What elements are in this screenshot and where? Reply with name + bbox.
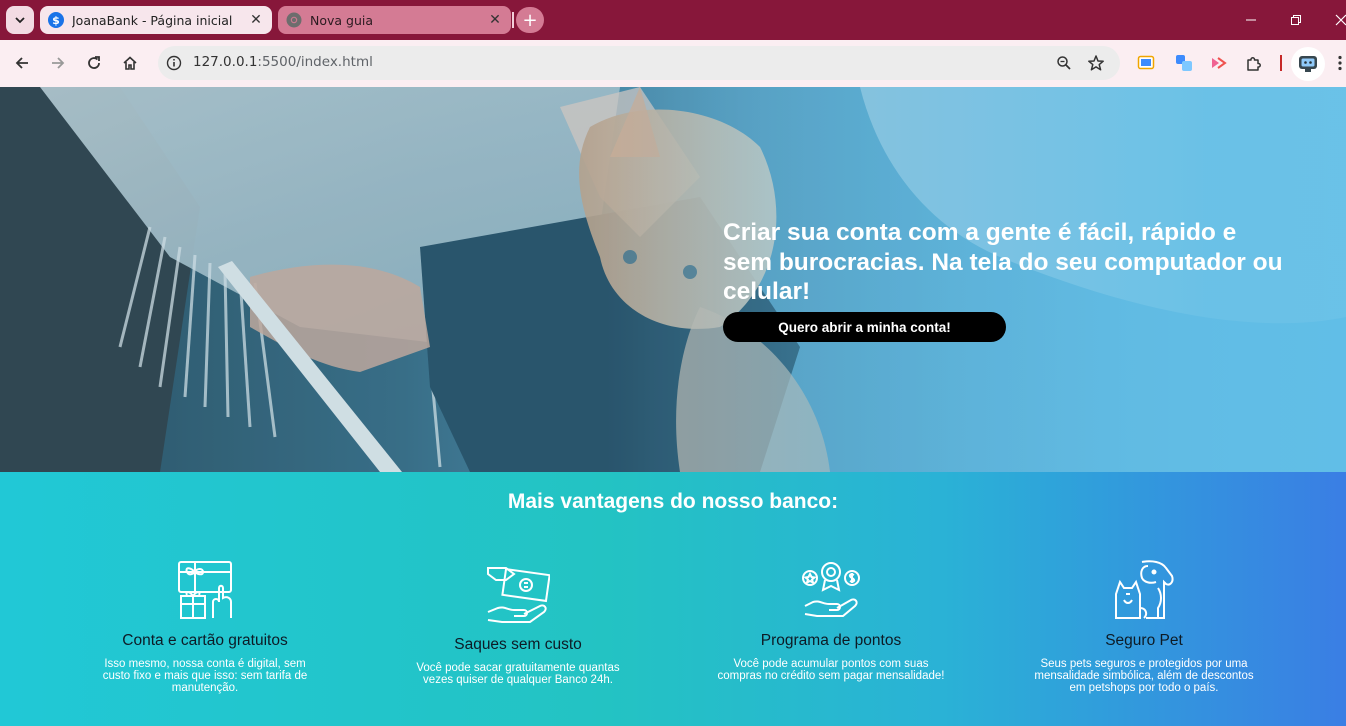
forward-button[interactable] — [45, 50, 71, 76]
tab-joanabank[interactable]: $ JoanaBank - Página inicial ✕ — [40, 6, 272, 34]
url-path: :5500/index.html — [257, 54, 373, 70]
tab-title: Nova guia — [310, 12, 374, 28]
reload-icon — [88, 56, 100, 69]
benefit-title: Conta e cartão gratuitos — [122, 632, 288, 649]
home-button[interactable] — [117, 50, 143, 76]
benefits-section: Mais vantagens do nosso banco: Conta e c… — [0, 472, 1346, 726]
benefit-description: Isso mesmo, nossa conta é digital, sem c… — [102, 658, 308, 694]
benefit-description: Seus pets seguros e protegidos por uma m… — [1034, 658, 1254, 694]
benefit-title: Seguro Pet — [1105, 632, 1183, 649]
url-text: 127.0.0.1:5500/index.html — [193, 54, 373, 70]
hero-banner: Criar sua conta com a gente é fácil, ráp… — [0, 87, 1346, 472]
benefit-description: Você pode acumular pontos com suas compr… — [717, 658, 945, 682]
restore-button[interactable] — [1286, 10, 1306, 30]
reload-button[interactable] — [81, 50, 107, 76]
browser-toolbar: 127.0.0.1:5500/index.html — [0, 40, 1346, 87]
close-window-button[interactable] — [1331, 10, 1346, 30]
new-tab-button[interactable]: + — [516, 7, 544, 33]
zoom-icon[interactable] — [1054, 53, 1074, 73]
bookmark-star-icon[interactable] — [1086, 53, 1106, 73]
dollar-icon: $ — [48, 12, 64, 28]
close-tab-icon[interactable]: ✕ — [246, 10, 266, 30]
svg-text:$: $ — [52, 14, 60, 27]
benefits-title: Mais vantagens do nosso banco: — [507, 490, 839, 513]
extensions-puzzle-icon[interactable] — [1243, 52, 1265, 74]
benefit-card-points-program: Programa de pontos Você pode acumular po… — [701, 558, 961, 682]
record-extension-icon[interactable] — [1207, 52, 1229, 74]
hero-headline: Criar sua conta com a gente é fácil, ráp… — [723, 219, 1283, 305]
tab-search-button[interactable] — [6, 6, 34, 34]
open-account-button[interactable]: Quero abrir a minha conta! — [723, 312, 1006, 342]
benefit-card-free-account: Conta e cartão gratuitos Isso mesmo, nos… — [75, 558, 335, 694]
minimize-icon — [1246, 19, 1256, 21]
restore-icon — [1291, 15, 1301, 25]
arrow-right-icon — [52, 57, 65, 69]
benefit-title: Saques sem custo — [454, 636, 582, 653]
chrome-icon — [286, 12, 302, 28]
back-button[interactable] — [9, 50, 35, 76]
chevron-down-icon — [15, 17, 25, 24]
tab-separator — [512, 12, 514, 28]
puzzle-app-extension-icon[interactable] — [1173, 52, 1195, 74]
url-host: 127.0.0.1 — [193, 54, 258, 70]
address-bar[interactable]: 127.0.0.1:5500/index.html — [158, 46, 1120, 80]
tab-nova-guia[interactable]: Nova guia ✕ — [278, 6, 511, 34]
profile-avatar[interactable] — [1291, 47, 1325, 81]
browser-menu-button[interactable] — [1327, 50, 1346, 76]
monitor-avatar-icon — [1299, 56, 1317, 72]
minimize-button[interactable] — [1241, 10, 1261, 30]
benefit-description: Você pode sacar gratuitamente quantas ve… — [416, 662, 620, 686]
browser-tab-strip: $ JoanaBank - Página inicial ✕ Nova guia… — [0, 0, 1346, 40]
toolbar-separator — [1280, 55, 1282, 71]
home-icon — [123, 56, 137, 70]
plus-icon: + — [522, 9, 538, 31]
close-tab-icon[interactable]: ✕ — [485, 10, 505, 30]
benefit-card-pet-insurance: Seguro Pet Seus pets seguros e protegido… — [1014, 558, 1274, 694]
site-info-icon[interactable] — [164, 53, 184, 73]
rewards-hand-icon — [802, 562, 860, 617]
pets-icon — [1115, 560, 1174, 619]
benefit-card-free-withdrawals: Saques sem custo Você pode sacar gratuit… — [388, 562, 648, 686]
close-icon — [1335, 14, 1346, 26]
more-vertical-icon — [1338, 55, 1342, 71]
gift-card-icon — [178, 561, 232, 619]
arrow-left-icon — [15, 57, 28, 69]
benefit-title: Programa de pontos — [760, 632, 902, 649]
tab-title: JoanaBank - Página inicial — [72, 12, 233, 28]
cash-hand-icon — [487, 567, 550, 623]
screen-capture-extension-icon[interactable] — [1135, 52, 1157, 74]
